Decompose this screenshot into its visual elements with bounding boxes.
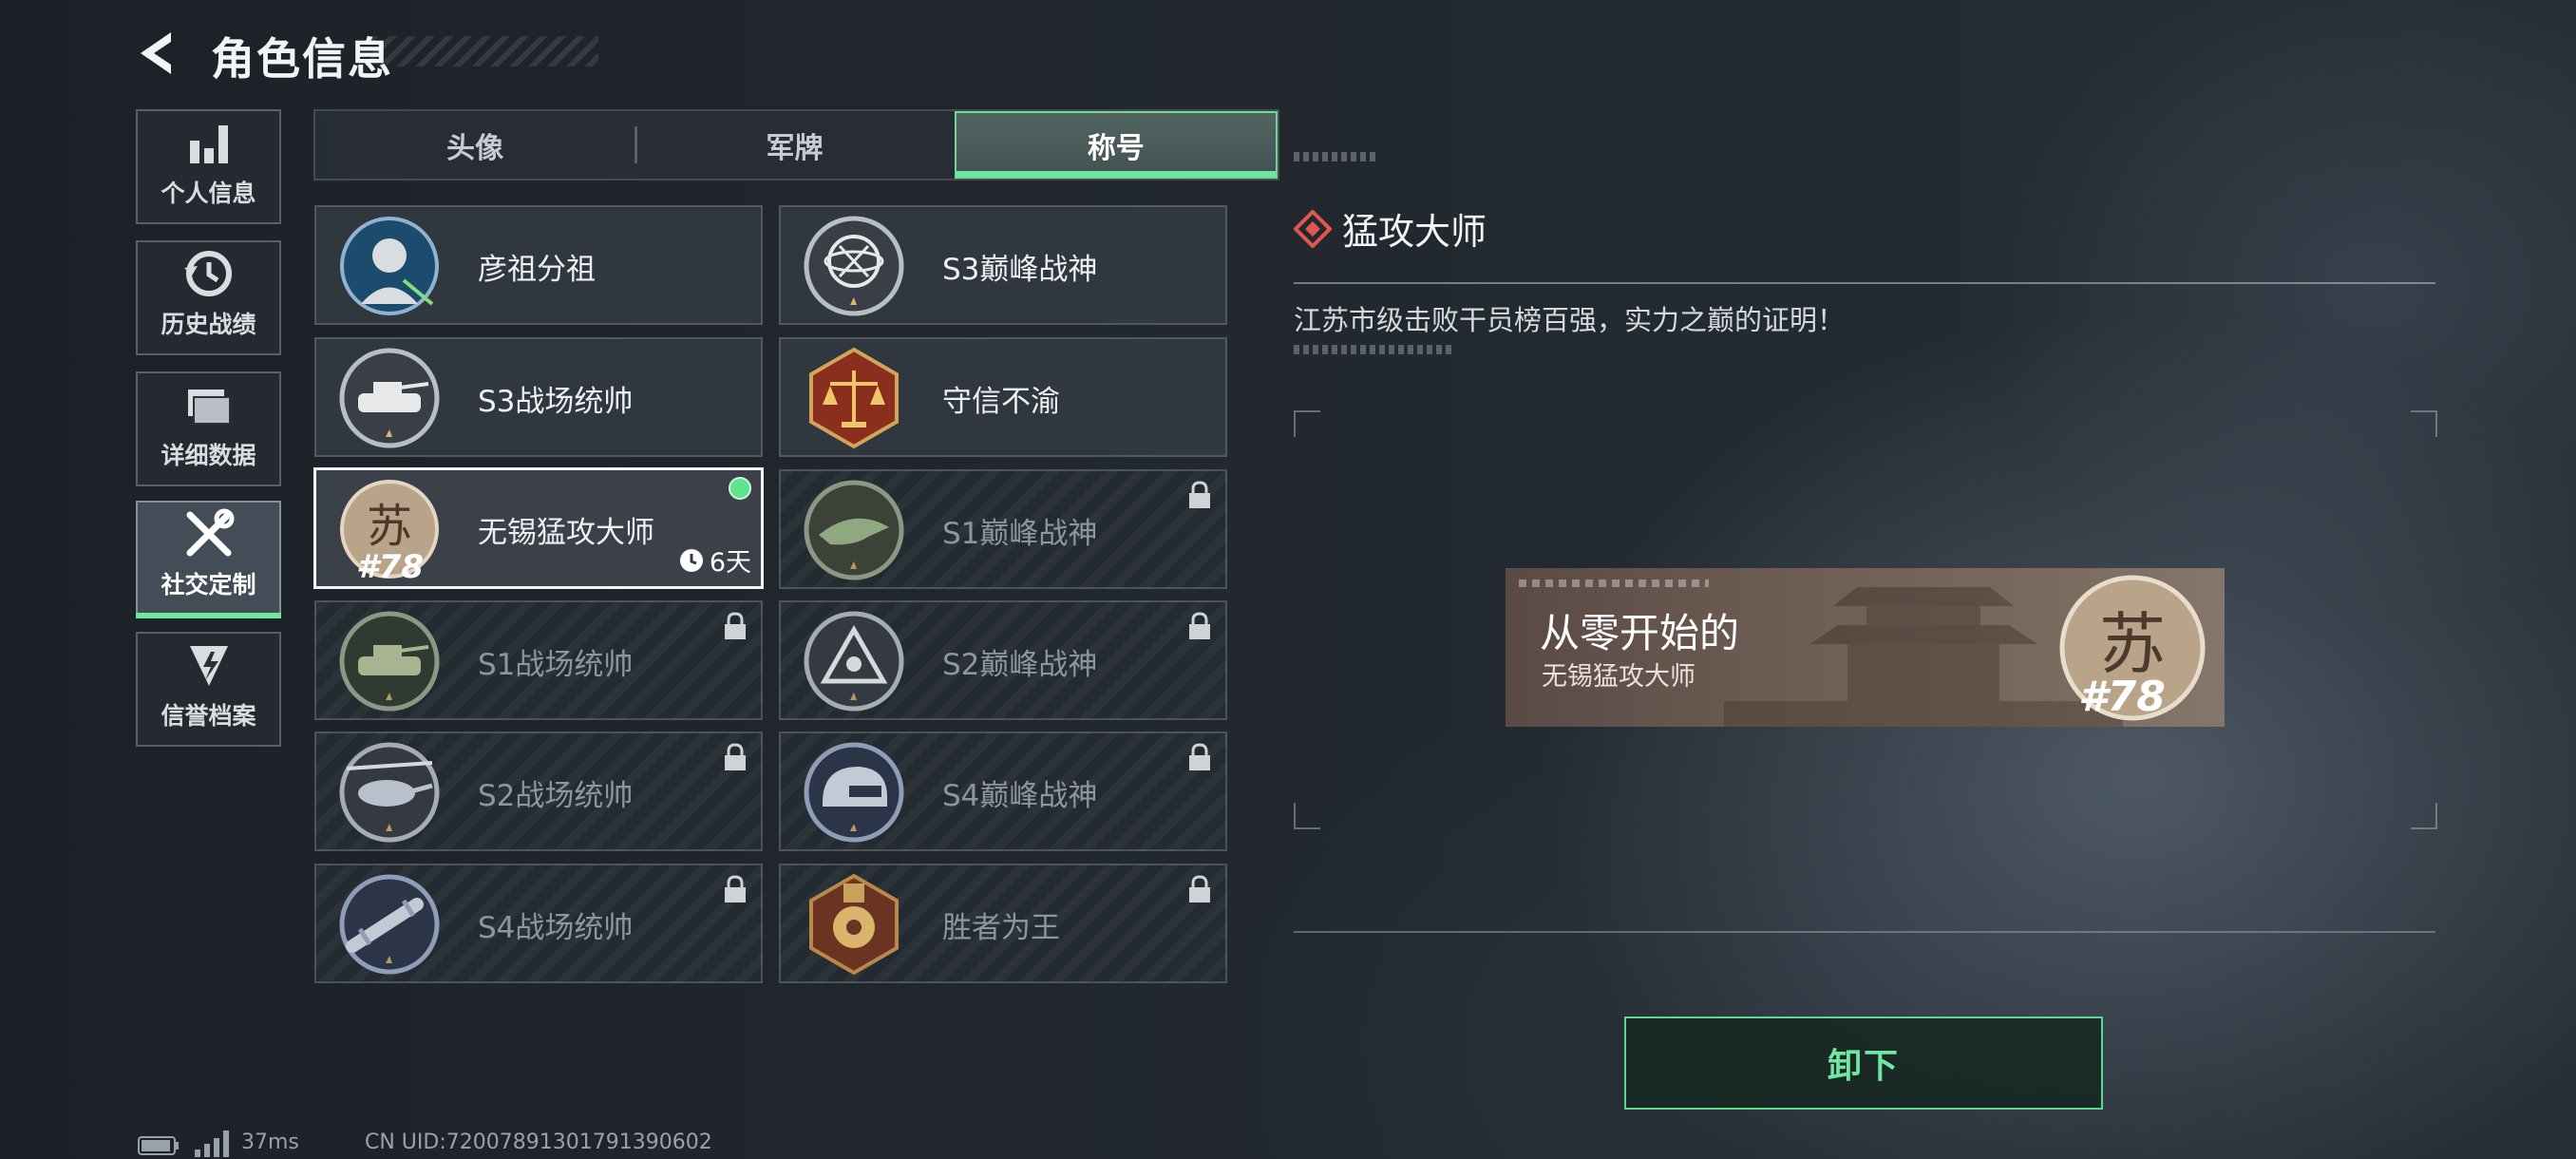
detail-title: 猛攻大师 (1342, 211, 1487, 253)
title-card-label: 守信不渝 (942, 385, 1060, 419)
title-card-label: 无锡猛攻大师 (478, 516, 654, 550)
title-card-label: S3战场统帅 (478, 385, 634, 419)
title-card-label: 彦祖分祖 (478, 253, 596, 287)
title-card[interactable]: 守信不渝 (779, 337, 1227, 457)
tools-icon (186, 508, 234, 557)
detail-description: 江苏市级击败干员榜百强，实力之巅的证明！ (1294, 304, 1846, 336)
preview-sub-text: 无锡猛攻大师 (1542, 662, 1695, 692)
title-card[interactable]: S4巅峰战神 (779, 732, 1227, 851)
page-title: 角色信息 (211, 33, 393, 85)
nav-item-label: 信誉档案 (161, 702, 256, 730)
signal-icon (195, 1130, 229, 1157)
title-preview-banner: 从零开始的 无锡猛攻大师 苏 #78 (1506, 568, 2225, 727)
nav-item-detail-data[interactable]: 详细数据 (136, 371, 281, 486)
frame-corner (2411, 410, 2437, 437)
title-card[interactable]: 胜者为王 (779, 864, 1227, 983)
frame-corner (1294, 410, 1320, 437)
medal-badge-icon (809, 873, 899, 976)
lock-icon (725, 875, 746, 902)
shield-bolt-icon (189, 646, 228, 686)
title-card-label: S1战场统帅 (478, 648, 634, 682)
helmet-badge-icon (804, 742, 904, 843)
title-card-selected[interactable]: 苏 #78 无锡猛攻大师 6天 (313, 467, 764, 589)
nav-item-label: 社交定制 (161, 571, 256, 598)
tab-dogtag[interactable]: 军牌 (635, 111, 954, 179)
title-card[interactable]: S4战场统帅 (314, 864, 763, 983)
diamond-icon (1294, 210, 1332, 248)
title-card[interactable]: S2巅峰战神 (779, 600, 1227, 720)
duration-remaining: 6天 (679, 542, 751, 579)
nav-item-social-custom[interactable]: 社交定制 (136, 501, 281, 616)
battery-icon (138, 1136, 179, 1155)
title-card[interactable]: S3巅峰战神 (779, 205, 1227, 325)
frame-corner (2411, 803, 2437, 829)
tab-bar: 头像 军牌 称号 (313, 109, 1279, 180)
portrait-badge-icon (340, 217, 439, 315)
equipped-indicator (729, 477, 751, 500)
tab-avatar[interactable]: 头像 (315, 111, 635, 179)
frame-corner (1294, 803, 1320, 829)
title-card[interactable]: S1战场统帅 (314, 600, 763, 720)
decorative-text (1519, 580, 1709, 587)
unequip-button[interactable]: 卸下 (1624, 1016, 2103, 1110)
back-button[interactable] (133, 27, 186, 80)
lock-icon (1189, 875, 1210, 902)
nav-item-label: 详细数据 (161, 442, 256, 469)
title-card[interactable]: S3战场统帅 (314, 337, 763, 457)
rank-badge: #78 (356, 548, 424, 586)
missile-badge-icon (339, 874, 440, 975)
preview-main-text: 从零开始的 (1540, 610, 1740, 656)
scales-badge-icon (809, 347, 899, 449)
tank-badge-icon (339, 348, 440, 448)
nav-item-history[interactable]: 历史战绩 (136, 240, 281, 355)
lock-icon (1189, 743, 1210, 770)
title-card[interactable]: S1巅峰战神 (779, 469, 1227, 589)
decorative-text (1294, 345, 1455, 354)
armillary-badge-icon (804, 216, 904, 316)
duration-text: 6天 (709, 548, 751, 578)
title-card-label: S2巅峰战神 (942, 648, 1098, 682)
tab-title[interactable]: 称号 (954, 111, 1278, 179)
preview-rank: #78 (2078, 673, 2166, 721)
title-card-label: S2战场统帅 (478, 779, 634, 813)
lock-icon (725, 743, 746, 770)
ping-text: 37ms (241, 1130, 299, 1154)
helicopter-badge-icon (339, 742, 440, 843)
nav-item-label: 个人信息 (161, 180, 256, 207)
crocodile-badge-icon (804, 480, 904, 580)
uid-text: CN UID:72007891301791390602 (365, 1130, 712, 1154)
triangle-badge-icon (804, 611, 904, 712)
nav-item-label: 历史战绩 (161, 311, 256, 338)
divider (1294, 282, 2435, 284)
decorative-text (1294, 152, 1379, 162)
title-card[interactable]: 彦祖分祖 (314, 205, 763, 325)
title-card-label: S1巅峰战神 (942, 517, 1098, 551)
title-decoration (370, 36, 598, 66)
lock-icon (725, 612, 746, 639)
title-card-label: S4战场统帅 (478, 911, 634, 945)
lock-icon (1189, 612, 1210, 639)
back-arrow-icon (141, 32, 171, 74)
svg-text:苏: 苏 (2099, 605, 2166, 683)
title-card-label: S4巅峰战神 (942, 779, 1098, 813)
divider (1294, 931, 2435, 933)
tank-badge-icon (339, 611, 440, 712)
title-card-label: S3巅峰战神 (942, 253, 1098, 287)
history-icon (183, 251, 232, 296)
title-card-label: 胜者为王 (942, 911, 1060, 945)
title-card[interactable]: S2战场统帅 (314, 732, 763, 851)
nav-item-personal-info[interactable]: 个人信息 (136, 109, 281, 224)
nav-active-indicator (136, 613, 281, 618)
clock-icon (679, 548, 703, 572)
lock-icon (1189, 481, 1210, 508)
folder-icon (187, 390, 231, 425)
nav-item-credit-record[interactable]: 信誉档案 (136, 632, 281, 747)
bar-chart-icon (189, 125, 228, 163)
svg-text:苏: 苏 (367, 500, 412, 553)
